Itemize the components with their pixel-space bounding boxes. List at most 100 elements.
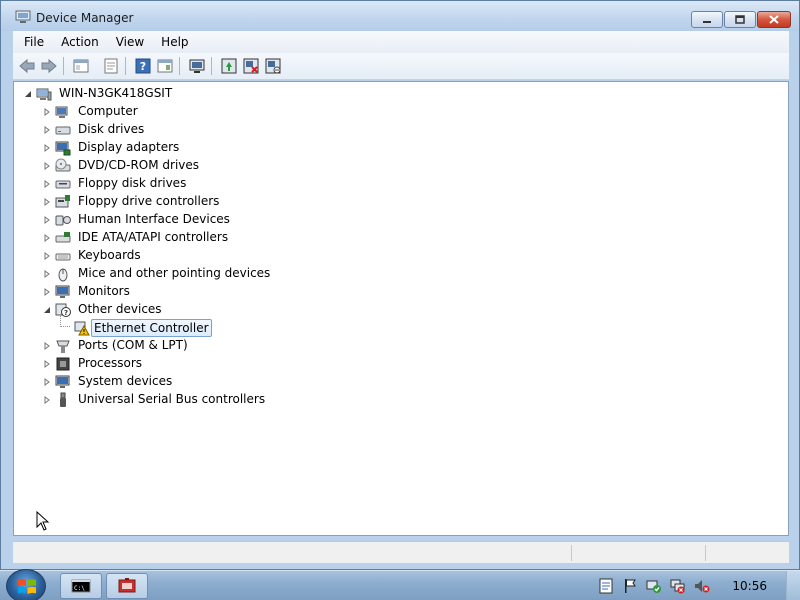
minimize-button[interactable]	[691, 11, 723, 28]
svg-text:C:\: C:\	[74, 585, 85, 592]
root-computer-label: WIN-N3GK418GSIT	[59, 86, 173, 100]
collapse-arrow-icon[interactable]	[24, 90, 32, 98]
expand-arrow-icon[interactable]	[43, 180, 51, 188]
maximize-button[interactable]	[724, 11, 756, 28]
computer-icon	[36, 88, 52, 101]
floppy-drive-icon	[55, 180, 71, 189]
uninstall-icon	[243, 58, 259, 74]
warning-device-icon	[74, 321, 90, 336]
menu-view[interactable]: View	[105, 35, 150, 49]
tree-category-label: Keyboards	[78, 248, 141, 262]
update-driver-button[interactable]	[219, 57, 239, 75]
taskbar-clock[interactable]: 10:56	[732, 579, 767, 593]
help-icon: ?	[135, 58, 151, 74]
disable-button[interactable]	[263, 57, 283, 75]
expand-arrow-icon[interactable]	[43, 342, 51, 350]
tree-category-label: Floppy disk drives	[78, 176, 187, 190]
tree-category-label: Display adapters	[78, 140, 180, 154]
port-icon	[56, 340, 70, 353]
network-check-icon[interactable]	[646, 578, 662, 594]
mouse-icon	[58, 268, 68, 282]
disk-drive-icon	[55, 126, 71, 135]
update-driver-icon	[221, 58, 237, 74]
display-adapter-icon	[55, 141, 71, 156]
keyboard-icon	[55, 253, 71, 261]
tree-category-label: Computer	[78, 104, 138, 118]
status-divider	[571, 545, 572, 561]
tree-category-label: Floppy drive controllers	[78, 194, 220, 208]
scan-hardware-button[interactable]	[187, 57, 207, 75]
expand-arrow-icon[interactable]	[43, 108, 51, 116]
expand-arrow-icon[interactable]	[43, 378, 51, 386]
device-manager-icon	[15, 10, 31, 23]
show-hide-console-tree-icon	[73, 59, 89, 73]
show-hide-console-tree-button[interactable]	[71, 57, 91, 75]
expand-arrow-icon[interactable]	[43, 216, 51, 224]
tree-category-label: Universal Serial Bus controllers	[78, 392, 266, 406]
tree-category-label: Processors	[78, 356, 143, 370]
tree-category-label: DVD/CD-ROM drives	[78, 158, 200, 172]
expand-arrow-icon[interactable]	[43, 396, 51, 404]
device-manager-icon	[118, 578, 136, 593]
start-button[interactable]	[6, 569, 46, 600]
close-button[interactable]	[757, 11, 791, 28]
menu-help[interactable]: Help	[150, 35, 194, 49]
forward-button[interactable]	[39, 57, 59, 75]
menu-bar: File Action View Help	[13, 31, 789, 53]
expand-arrow-icon[interactable]	[43, 234, 51, 242]
tree-category-label: Human Interface Devices	[78, 212, 230, 226]
forward-icon	[41, 58, 57, 74]
taskbar-command-prompt[interactable]: C:\	[60, 573, 102, 599]
network-error-icon[interactable]	[670, 578, 686, 594]
notes-icon[interactable]	[598, 578, 614, 594]
expand-arrow-icon[interactable]	[43, 126, 51, 134]
tree-category-label: Monitors	[78, 284, 130, 298]
show-desktop-button[interactable]	[786, 571, 800, 600]
disable-icon	[265, 58, 281, 74]
device-manager-window: Device Manager File Action View Help ? W…	[0, 0, 800, 570]
back-icon	[19, 58, 35, 74]
menu-file[interactable]: File	[13, 35, 50, 49]
flag-icon[interactable]	[622, 578, 638, 594]
properties-icon	[104, 58, 118, 74]
collapse-arrow-icon[interactable]	[43, 306, 51, 314]
svg-text:?: ?	[140, 60, 146, 73]
expand-arrow-icon[interactable]	[43, 198, 51, 206]
device-tree-pane: WIN-N3GK418GSIT Computer Disk drives Displ…	[13, 81, 789, 536]
hid-icon	[55, 215, 71, 226]
toolbar-separator	[179, 57, 180, 75]
tree-category-label: IDE ATA/ATAPI controllers	[78, 230, 229, 244]
expand-arrow-icon[interactable]	[43, 144, 51, 152]
tree-category-label: Other devices	[78, 302, 162, 316]
menu-action[interactable]: Action	[50, 35, 105, 49]
tree-category-label: Mice and other pointing devices	[78, 266, 271, 280]
show-hide-action-pane-icon	[157, 59, 173, 73]
minimize-icon	[703, 20, 711, 23]
ethernet-controller-label[interactable]: Ethernet Controller	[91, 319, 212, 337]
show-hide-action-pane-button[interactable]	[155, 57, 175, 75]
ide-controller-icon	[55, 232, 71, 243]
dvd-drive-icon	[55, 158, 71, 172]
uninstall-button[interactable]	[241, 57, 261, 75]
expand-arrow-icon[interactable]	[43, 270, 51, 278]
properties-button[interactable]	[101, 57, 121, 75]
usb-icon	[60, 392, 66, 407]
window-title: Device Manager	[36, 11, 134, 25]
processor-icon	[56, 357, 70, 371]
tree-category-label: System devices	[78, 374, 173, 388]
taskbar: C:\ 10:56	[0, 569, 800, 600]
expand-arrow-icon[interactable]	[43, 162, 51, 170]
volume-muted-icon[interactable]	[694, 578, 710, 594]
expand-arrow-icon[interactable]	[43, 252, 51, 260]
status-bar	[13, 541, 789, 563]
back-button[interactable]	[17, 57, 37, 75]
title-bar[interactable]: Device Manager	[1, 1, 799, 31]
toolbar: ?	[13, 53, 789, 80]
expand-arrow-icon[interactable]	[43, 288, 51, 296]
expand-arrow-icon[interactable]	[43, 360, 51, 368]
scan-hardware-icon	[189, 59, 205, 73]
tree-category-label: Disk drives	[78, 122, 145, 136]
close-icon	[769, 15, 779, 24]
taskbar-device-manager[interactable]	[106, 573, 148, 599]
help-button[interactable]: ?	[133, 57, 153, 75]
